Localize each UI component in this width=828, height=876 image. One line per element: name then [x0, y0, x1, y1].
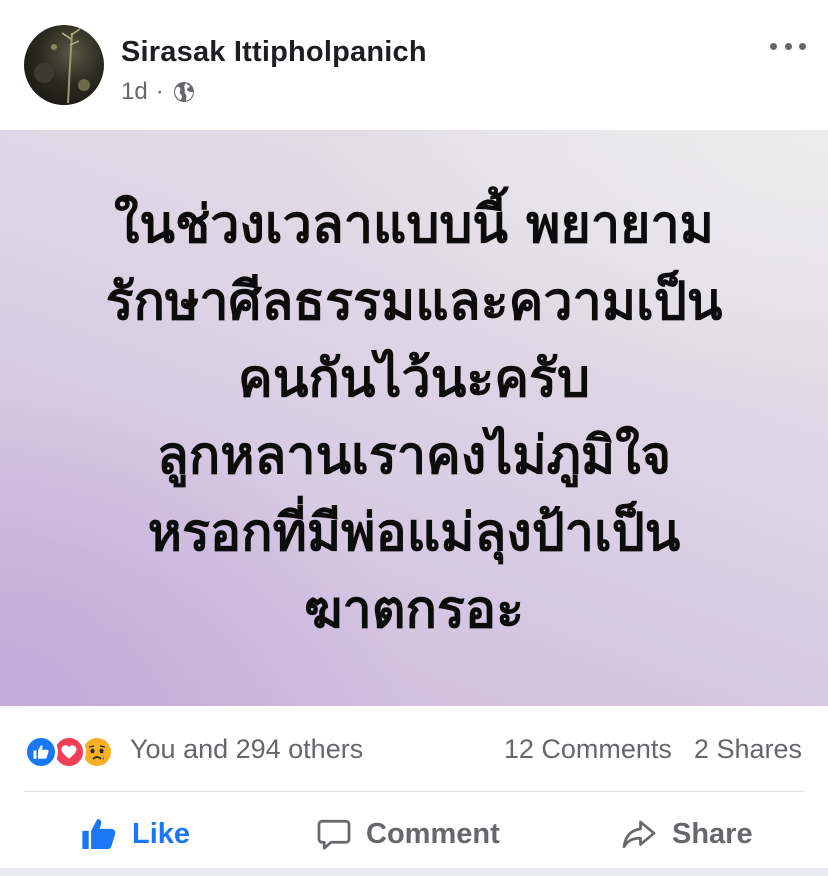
post-separator	[0, 868, 828, 876]
author-avatar[interactable]	[24, 25, 104, 105]
comments-count[interactable]: 12 Comments	[504, 734, 672, 765]
shares-count[interactable]: 2 Shares	[694, 734, 802, 765]
post-header: Sirasak Ittipholpanich 1d ·	[0, 0, 828, 130]
comment-icon	[317, 819, 351, 850]
reactions-summary[interactable]: You and 294 others	[130, 734, 363, 765]
engagement-counts: 12 Comments 2 Shares	[504, 734, 802, 765]
comment-button[interactable]: Comment	[316, 812, 500, 856]
globe-icon	[172, 80, 196, 104]
like-reaction-icon	[24, 735, 58, 769]
author-name[interactable]: Sirasak Ittipholpanich	[121, 36, 427, 69]
status-line: รักษาศีลธรรมและความเป็น	[105, 272, 723, 332]
like-button[interactable]: Like	[80, 812, 190, 856]
facebook-post: Sirasak Ittipholpanich 1d · ในช่วงเวลาแบ…	[0, 0, 828, 876]
more-options-icon[interactable]	[770, 38, 806, 54]
status-line: ในช่วงเวลาแบบนี้ พยายาม	[114, 195, 714, 255]
thumbs-up-icon	[82, 818, 116, 850]
status-line: ลูกหลานเราคงไม่ภูมิใจ	[156, 426, 672, 486]
like-label: Like	[132, 817, 191, 850]
post-time[interactable]: 1d	[121, 78, 148, 106]
post-stats: You and 294 others 12 Comments 2 Shares	[0, 706, 828, 792]
action-bar: Like Comment Share	[0, 792, 828, 876]
post-meta: 1d ·	[121, 78, 196, 106]
share-arrow-icon	[622, 820, 656, 849]
status-text-background[interactable]: ในช่วงเวลาแบบนี้ พยายาม รักษาศีลธรรมและค…	[0, 130, 828, 706]
status-line: ฆาตกรอะ	[303, 580, 525, 640]
avatar-photo-icon	[34, 28, 90, 104]
share-label: Share	[672, 817, 753, 850]
comment-label: Comment	[366, 817, 500, 850]
status-line: หรอกที่มีพ่อแม่ลุงป้าเป็น	[147, 503, 681, 563]
share-button[interactable]: Share	[620, 812, 753, 856]
status-line: คนกันไว้นะครับ	[238, 349, 590, 409]
reaction-icons[interactable]	[24, 735, 124, 769]
meta-separator: ·	[155, 78, 164, 105]
